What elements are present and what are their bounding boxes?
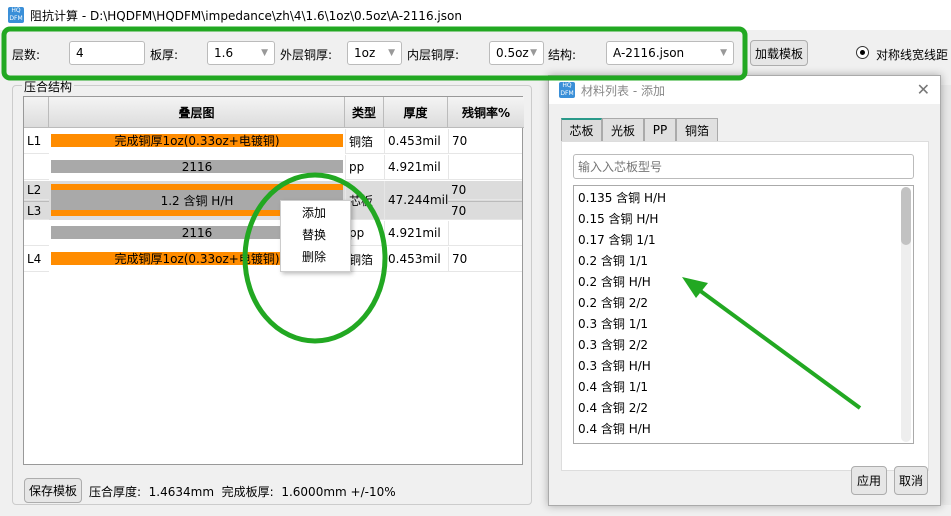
dialog-title: 材料列表 - 添加 bbox=[581, 83, 665, 98]
layer-thickness: 4.921mil bbox=[384, 221, 448, 246]
list-item[interactable]: 0.2 含铜 1/1 bbox=[574, 250, 913, 271]
column-header-type[interactable]: 类型 bbox=[345, 97, 384, 128]
list-item[interactable]: 0.2 含铜 H/H bbox=[574, 271, 913, 292]
list-item[interactable]: 0.2 含铜 2/2 bbox=[574, 292, 913, 313]
layer-label bbox=[24, 221, 49, 246]
table-row[interactable]: L2 L3 1.2 含铜 H/H 70 70 芯板 47.244mil bbox=[24, 181, 522, 220]
prepreg-bar: 2116 bbox=[51, 160, 343, 174]
list-item[interactable]: 0.135 含铜 H/H bbox=[574, 187, 913, 208]
material-list-dialog: HQDFM 材料列表 - 添加 ✕ 芯板 光板 PP 铜箔 0.135 含铜 H… bbox=[548, 75, 941, 506]
title-bar: HQ DFM 阻抗计算 - D:\HQDFM\HQDFM\impedance\zh… bbox=[0, 0, 951, 30]
material-list: 0.135 含铜 H/H 0.15 含铜 H/H 0.17 含铜 1/1 0.2 含铜… bbox=[573, 185, 914, 444]
board-thickness-select[interactable]: 1.6 ▼ bbox=[207, 41, 275, 65]
column-header-copper-rate[interactable]: 残铜率% bbox=[448, 97, 524, 128]
symmetric-label: 对称线宽线距 bbox=[876, 48, 949, 62]
layer-label: L4 bbox=[24, 247, 49, 272]
chevron-down-icon: ▼ bbox=[261, 48, 268, 58]
list-item[interactable]: 0.3 含铜 1/1 bbox=[574, 313, 913, 334]
menu-item-delete[interactable]: 删除 bbox=[281, 245, 350, 267]
symmetric-radio[interactable] bbox=[856, 46, 869, 59]
list-item[interactable]: 0.15 含铜 H/H bbox=[574, 208, 913, 229]
copper-bar: 完成铜厚1oz(0.33oz+电镀铜) bbox=[51, 134, 343, 148]
inner-copper-value: 0.5oz bbox=[496, 46, 529, 60]
cancel-button[interactable]: 取消 bbox=[894, 466, 928, 495]
stackup-group-title: 压合结构 bbox=[22, 78, 75, 95]
layers-input[interactable]: 4 bbox=[69, 41, 145, 65]
layer-label: L3 bbox=[24, 201, 49, 220]
table-row[interactable]: L4 完成铜厚1oz(0.33oz+电镀铜) 70 铜箔 0.453mil bbox=[24, 247, 522, 272]
copper-rate[interactable] bbox=[448, 221, 522, 246]
column-header-thickness[interactable]: 厚度 bbox=[384, 97, 448, 128]
list-item[interactable]: 0.4 含铜 2/2 bbox=[574, 397, 913, 418]
layer-label: L2 bbox=[24, 181, 49, 200]
apply-button[interactable]: 应用 bbox=[851, 466, 887, 495]
menu-item-replace[interactable]: 替换 bbox=[281, 223, 350, 245]
tab-pp[interactable]: PP bbox=[644, 118, 676, 141]
tab-copper-foil[interactable]: 铜箔 bbox=[676, 118, 718, 141]
chevron-down-icon: ▼ bbox=[720, 48, 727, 58]
layer-label: L1 bbox=[24, 129, 49, 154]
tab-light-board[interactable]: 光板 bbox=[602, 118, 644, 141]
scrollbar[interactable] bbox=[901, 187, 911, 442]
copper-rate[interactable]: 70 bbox=[448, 129, 522, 154]
close-icon[interactable]: ✕ bbox=[917, 80, 930, 99]
dialog-title-bar: HQ DFM 材料列表 - 添加 ✕ bbox=[549, 76, 940, 104]
app-icon: HQ DFM bbox=[8, 7, 24, 23]
outer-copper-value: 1oz bbox=[354, 46, 376, 60]
column-header-diagram[interactable]: 叠层图 bbox=[49, 97, 345, 128]
copper-rate[interactable] bbox=[448, 155, 522, 180]
layer-thickness: 4.921mil bbox=[384, 155, 448, 180]
column-header bbox=[24, 97, 49, 128]
board-thickness-label: 板厚: bbox=[150, 48, 179, 62]
chevron-down-icon: ▼ bbox=[388, 48, 395, 58]
chevron-down-icon: ▼ bbox=[530, 48, 537, 58]
structure-select[interactable]: A-2116.json ▼ bbox=[606, 41, 734, 65]
structure-value: A-2116.json bbox=[613, 46, 685, 60]
list-item[interactable]: 0.17 含铜 1/1 bbox=[574, 229, 913, 250]
structure-label: 结构: bbox=[548, 48, 577, 62]
copper-rate[interactable]: 70 bbox=[448, 247, 522, 272]
inner-copper-select[interactable]: 0.5oz ▼ bbox=[489, 41, 544, 65]
tab-core[interactable]: 芯板 bbox=[561, 118, 602, 141]
table-row[interactable]: 2116 pp 4.921mil bbox=[24, 221, 522, 246]
copper-rate[interactable]: 70 bbox=[448, 201, 522, 220]
list-item[interactable]: 0.4 含铜 H/H bbox=[574, 418, 913, 439]
list-item[interactable]: 0.5 含铜 1/1 bbox=[574, 439, 913, 443]
context-menu: 添加 替换 删除 bbox=[280, 200, 351, 272]
layer-type: pp bbox=[345, 155, 384, 180]
list-item[interactable]: 0.3 含铜 2/2 bbox=[574, 334, 913, 355]
table-row[interactable]: 2116 pp 4.921mil bbox=[24, 155, 522, 180]
board-thickness-value: 1.6 bbox=[214, 46, 234, 60]
menu-item-add[interactable]: 添加 bbox=[281, 201, 350, 223]
window-title: 阻抗计算 - D:\HQDFM\HQDFM\impedance\zh\4\1.6… bbox=[30, 8, 462, 23]
list-item[interactable]: 0.3 含铜 H/H bbox=[574, 355, 913, 376]
table-row[interactable]: L1 完成铜厚1oz(0.33oz+电镀铜) 70 铜箔 0.453mil bbox=[24, 129, 522, 154]
copper-rate[interactable]: 70 bbox=[448, 181, 522, 200]
layer-thickness: 0.453mil bbox=[384, 129, 448, 154]
layer-label bbox=[24, 155, 49, 180]
list-item[interactable]: 0.4 含铜 1/1 bbox=[574, 376, 913, 397]
outer-copper-select[interactable]: 1oz ▼ bbox=[347, 41, 402, 65]
layer-type: 铜箔 bbox=[345, 129, 384, 154]
stackup-table: 叠层图 类型 厚度 残铜率% L1 完成铜厚1oz(0.33oz+电镀铜) 70 铜箔… bbox=[23, 96, 524, 465]
thickness-summary: 压合厚度: 1.4634mm 完成板厚: 1.6000mm +/-10% bbox=[89, 485, 396, 499]
app-icon: HQ DFM bbox=[559, 82, 575, 98]
layer-thickness: 0.453mil bbox=[384, 247, 448, 272]
layer-thickness: 47.244mil bbox=[384, 181, 448, 220]
load-template-button[interactable]: 加载模板 bbox=[750, 40, 808, 66]
layers-label: 层数: bbox=[12, 48, 41, 62]
core-search-input[interactable] bbox=[573, 154, 914, 179]
outer-copper-label: 外层铜厚: bbox=[280, 48, 333, 62]
inner-copper-label: 内层铜厚: bbox=[407, 48, 460, 62]
save-template-button[interactable]: 保存模板 bbox=[24, 478, 82, 503]
